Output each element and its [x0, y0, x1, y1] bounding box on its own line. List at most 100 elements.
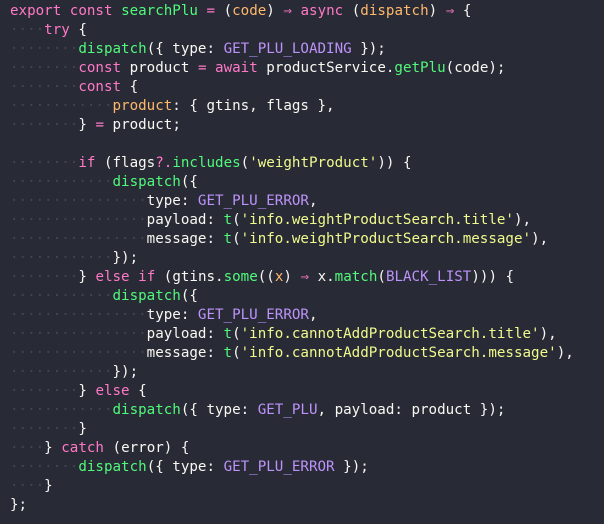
plain-token: product [121, 60, 198, 76]
code-line[interactable]: ············}); [0, 249, 604, 268]
code-line[interactable]: ····} catch (error) { [0, 439, 604, 458]
keyword-token: const [69, 3, 113, 19]
code-line[interactable]: ········} = product; [0, 116, 604, 135]
code-line[interactable]: ················type: GET_PLU_ERROR, [0, 192, 604, 211]
indent-marker: ················ [10, 193, 147, 209]
code-line[interactable]: ········const { [0, 78, 604, 97]
operator-token: ⇒ [300, 269, 310, 285]
function-token: some [223, 269, 258, 285]
indent-marker: ················ [10, 345, 147, 361]
plain-token: , [308, 193, 318, 209]
plain-token: ), [513, 212, 532, 228]
plain-token: ) [283, 269, 301, 285]
indent-marker: ········ [10, 383, 79, 399]
plain-token: type: [146, 193, 198, 209]
plain-token: ({ type: [180, 402, 258, 418]
indent-marker: ···· [10, 440, 45, 456]
code-line[interactable]: ····try { [0, 21, 604, 40]
plain-token: ), [531, 231, 549, 247]
indent-marker: ········ [10, 459, 79, 475]
plain-token: product; [103, 117, 181, 133]
code-line[interactable]: ········} [0, 420, 604, 439]
code-editor[interactable]: export const searchPlu = (code) ⇒ async … [0, 0, 604, 524]
indent-marker: ················ [10, 231, 147, 247]
plain-token: ({ [180, 174, 198, 190]
code-line[interactable]: ········} else if (gtins.some((x) ⇒ x.ma… [0, 268, 604, 287]
operator-token: = [206, 3, 216, 19]
code-line[interactable]: ············dispatch({ type: GET_PLU, pa… [0, 401, 604, 420]
plain-token: ( [215, 3, 233, 19]
code-line[interactable]: ········dispatch({ type: GET_PLU_LOADING… [0, 40, 604, 59]
keyword-token: if [138, 269, 156, 285]
code-line[interactable]: ············dispatch({ [0, 287, 604, 306]
plain-token: payload: [146, 212, 224, 228]
code-line[interactable]: ····} [0, 477, 604, 496]
keyword-token: await [215, 60, 258, 76]
indent-marker: ················ [10, 326, 147, 342]
plain-token: } [78, 421, 87, 437]
plain-token: { [454, 3, 472, 19]
function-token: getPlu [394, 60, 446, 76]
operator-token: ⇒ [283, 3, 292, 19]
plain-token: { [129, 383, 147, 399]
plain-token: } [44, 440, 62, 456]
code-line[interactable]: ················type: GET_PLU_ERROR, [0, 306, 604, 325]
code-line[interactable]: ········if (flags?.includes('weightProdu… [0, 154, 604, 173]
plain-token: } [78, 383, 96, 399]
plain-token: type: [146, 307, 198, 323]
indent-marker: ···· [10, 478, 45, 494]
plain-token: } [78, 117, 96, 133]
keyword-token: export [10, 3, 62, 19]
plain-token: ) [266, 3, 284, 19]
code-line[interactable]: ················payload: t('info.cannotA… [0, 325, 604, 344]
plain-token: ), [539, 326, 557, 342]
function-token: t [223, 231, 233, 247]
parameter-token: dispatch [360, 3, 429, 19]
plain-token: x. [309, 269, 335, 285]
plain-token: ( [232, 212, 241, 228]
indent-marker: ········ [10, 421, 79, 437]
code-line[interactable]: ········} else { [0, 382, 604, 401]
string-token: 'info.weightProductSearch.message' [240, 231, 532, 247]
code-line[interactable]: ········dispatch({ type: GET_PLU_ERROR }… [0, 458, 604, 477]
code-line[interactable]: ············}); [0, 363, 604, 382]
code-line[interactable]: ············product: { gtins, flags }, [0, 97, 604, 116]
plain-token: , payload: product }); [317, 402, 506, 418]
indent-marker: ···· [10, 22, 45, 38]
code-line[interactable]: ············dispatch({ [0, 173, 604, 192]
code-line[interactable]: ················message: t('info.cannotA… [0, 344, 604, 363]
plain-token: ), [556, 345, 574, 361]
constant-token: GET_PLU_ERROR [223, 459, 335, 475]
code-line[interactable]: export const searchPlu = (code) ⇒ async … [0, 2, 604, 21]
string-token: 'weightProduct' [249, 155, 378, 171]
plain-token: (flags [95, 155, 156, 171]
constant-token: GET_PLU [257, 402, 318, 418]
function-token: t [223, 212, 233, 228]
indent-marker: ············ [10, 288, 113, 304]
operator-token: ?. [155, 155, 173, 171]
constant-token: GET_PLU_LOADING [223, 41, 352, 57]
plain-token: ({ [180, 288, 198, 304]
plain-token: ( [232, 345, 241, 361]
code-line[interactable]: ················payload: t('info.weightP… [0, 211, 604, 230]
plain-token: }); [112, 250, 139, 266]
plain-token: }); [112, 364, 139, 380]
plain-token: ))) { [471, 269, 515, 285]
plain-token: ( [240, 155, 250, 171]
code-line[interactable]: ················message: t('info.weightP… [0, 230, 604, 249]
indent-marker: ············ [10, 250, 113, 266]
plain-token: ( [232, 231, 241, 247]
indent-marker: ········ [10, 79, 79, 95]
code-line[interactable]: }; [0, 496, 604, 515]
constant-token: GET_PLU_ERROR [197, 307, 309, 323]
keyword-token: async [300, 3, 344, 19]
plain-token: ( [377, 269, 386, 285]
plain-token: } [44, 478, 53, 494]
plain-token: )) { [377, 155, 412, 171]
code-line[interactable] [0, 135, 604, 154]
plain-token: message: [146, 345, 224, 361]
function-token: includes [172, 155, 241, 171]
code-line[interactable]: ········const product = await productSer… [0, 59, 604, 78]
plain-token: } [78, 269, 96, 285]
